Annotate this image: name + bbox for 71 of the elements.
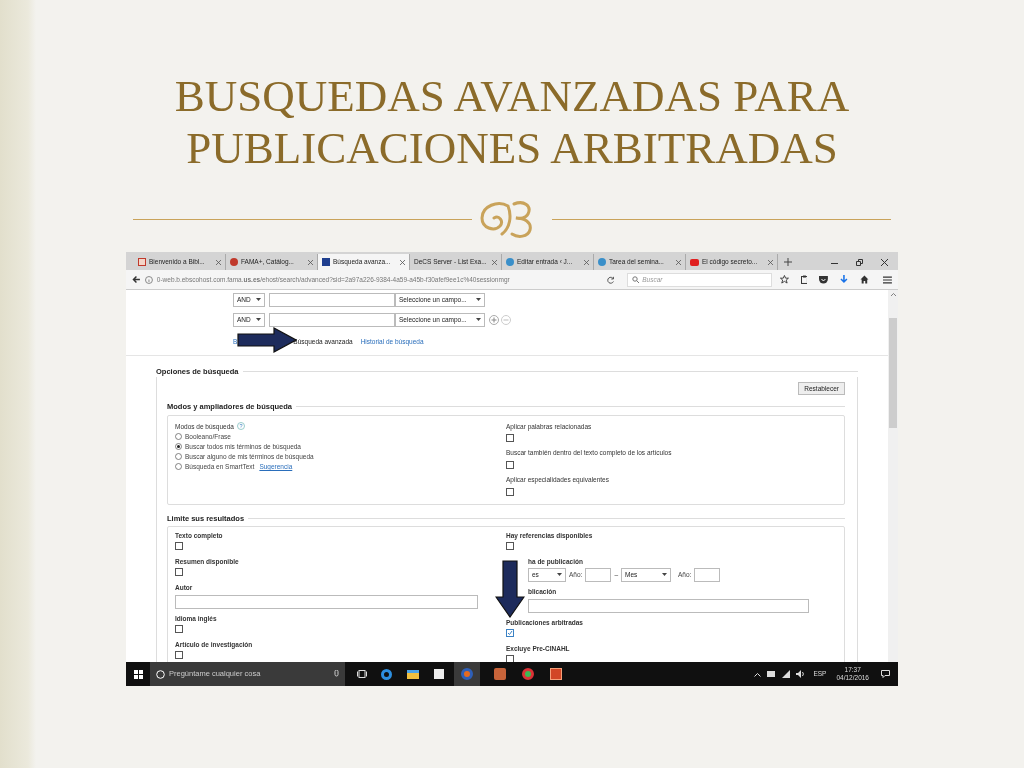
checkbox[interactable] (506, 654, 514, 662)
search-icon (632, 276, 640, 283)
play-icon (690, 258, 699, 266)
pocket-icon[interactable] (819, 275, 829, 284)
caret-icon (476, 298, 481, 301)
reload-icon[interactable] (607, 275, 616, 284)
down-arrow (495, 560, 525, 618)
close-icon[interactable] (492, 259, 497, 265)
windows-icon[interactable] (134, 669, 143, 679)
close-icon[interactable] (881, 259, 888, 266)
checkbox[interactable] (506, 487, 514, 496)
close-icon[interactable] (676, 259, 681, 265)
close-icon[interactable] (400, 259, 405, 265)
radio-button[interactable] (175, 453, 182, 461)
menu-icon[interactable] (883, 275, 892, 284)
battery-icon[interactable] (767, 671, 777, 677)
close-icon[interactable] (216, 259, 221, 265)
caret-icon (662, 573, 667, 577)
slide-title: PUBLICACIONES ARBITRADAS (186, 122, 838, 174)
text-field[interactable] (175, 594, 478, 609)
restore-icon[interactable] (856, 259, 863, 266)
chrome-icon[interactable] (522, 668, 534, 680)
back-icon[interactable] (132, 275, 141, 284)
search-input[interactable] (269, 312, 395, 327)
radio-button[interactable] (175, 443, 182, 451)
task-view-icon[interactable] (357, 670, 367, 678)
search-input[interactable] (269, 292, 395, 307)
caret-icon (256, 318, 261, 321)
year-field[interactable] (585, 567, 612, 582)
volume-icon[interactable] (796, 670, 806, 678)
chevron-icon[interactable] (754, 671, 762, 677)
close-icon[interactable] (768, 259, 773, 265)
checkbox[interactable] (506, 541, 514, 550)
library-icon (138, 258, 146, 266)
download-icon[interactable] (840, 275, 849, 284)
notification-icon[interactable] (881, 670, 890, 678)
year-field[interactable] (694, 567, 721, 582)
home-icon[interactable] (860, 275, 870, 284)
star-icon[interactable] (779, 275, 789, 284)
checkbox[interactable] (506, 461, 514, 469)
scrollbar[interactable] (888, 290, 898, 662)
checkbox[interactable] (175, 567, 183, 576)
firefox-icon[interactable] (461, 668, 473, 680)
checkbox[interactable] (506, 434, 514, 443)
microphone-icon[interactable] (334, 670, 339, 678)
app-icon[interactable] (494, 668, 506, 680)
checkbox[interactable] (175, 650, 183, 659)
scrollbar-thumb[interactable] (889, 318, 897, 428)
close-icon[interactable] (584, 259, 589, 265)
browser-icon[interactable] (381, 668, 392, 680)
scroll-up-icon[interactable] (890, 293, 896, 296)
slide-title: BUSQUEDAS AVANZADAS PARA (174, 70, 850, 122)
wordpress-icon (506, 258, 514, 266)
logo-icon (230, 258, 238, 266)
clipboard-icon[interactable] (800, 275, 808, 284)
checkbox[interactable] (506, 628, 514, 637)
radio-button[interactable] (175, 433, 182, 441)
logo-icon (322, 258, 330, 266)
caret-icon (476, 318, 481, 321)
wordpress-icon (598, 258, 606, 266)
caret-icon (557, 573, 562, 577)
network-icon[interactable] (782, 670, 791, 678)
checkbox[interactable] (175, 541, 183, 550)
new-tab-icon[interactable] (784, 258, 792, 266)
text-field[interactable] (528, 598, 809, 613)
caret-icon (256, 298, 261, 301)
circle-icon (156, 669, 165, 679)
radio-button[interactable] (175, 463, 182, 471)
checkbox[interactable] (175, 624, 183, 633)
close-icon[interactable] (308, 259, 313, 265)
folder-icon[interactable] (407, 669, 419, 679)
